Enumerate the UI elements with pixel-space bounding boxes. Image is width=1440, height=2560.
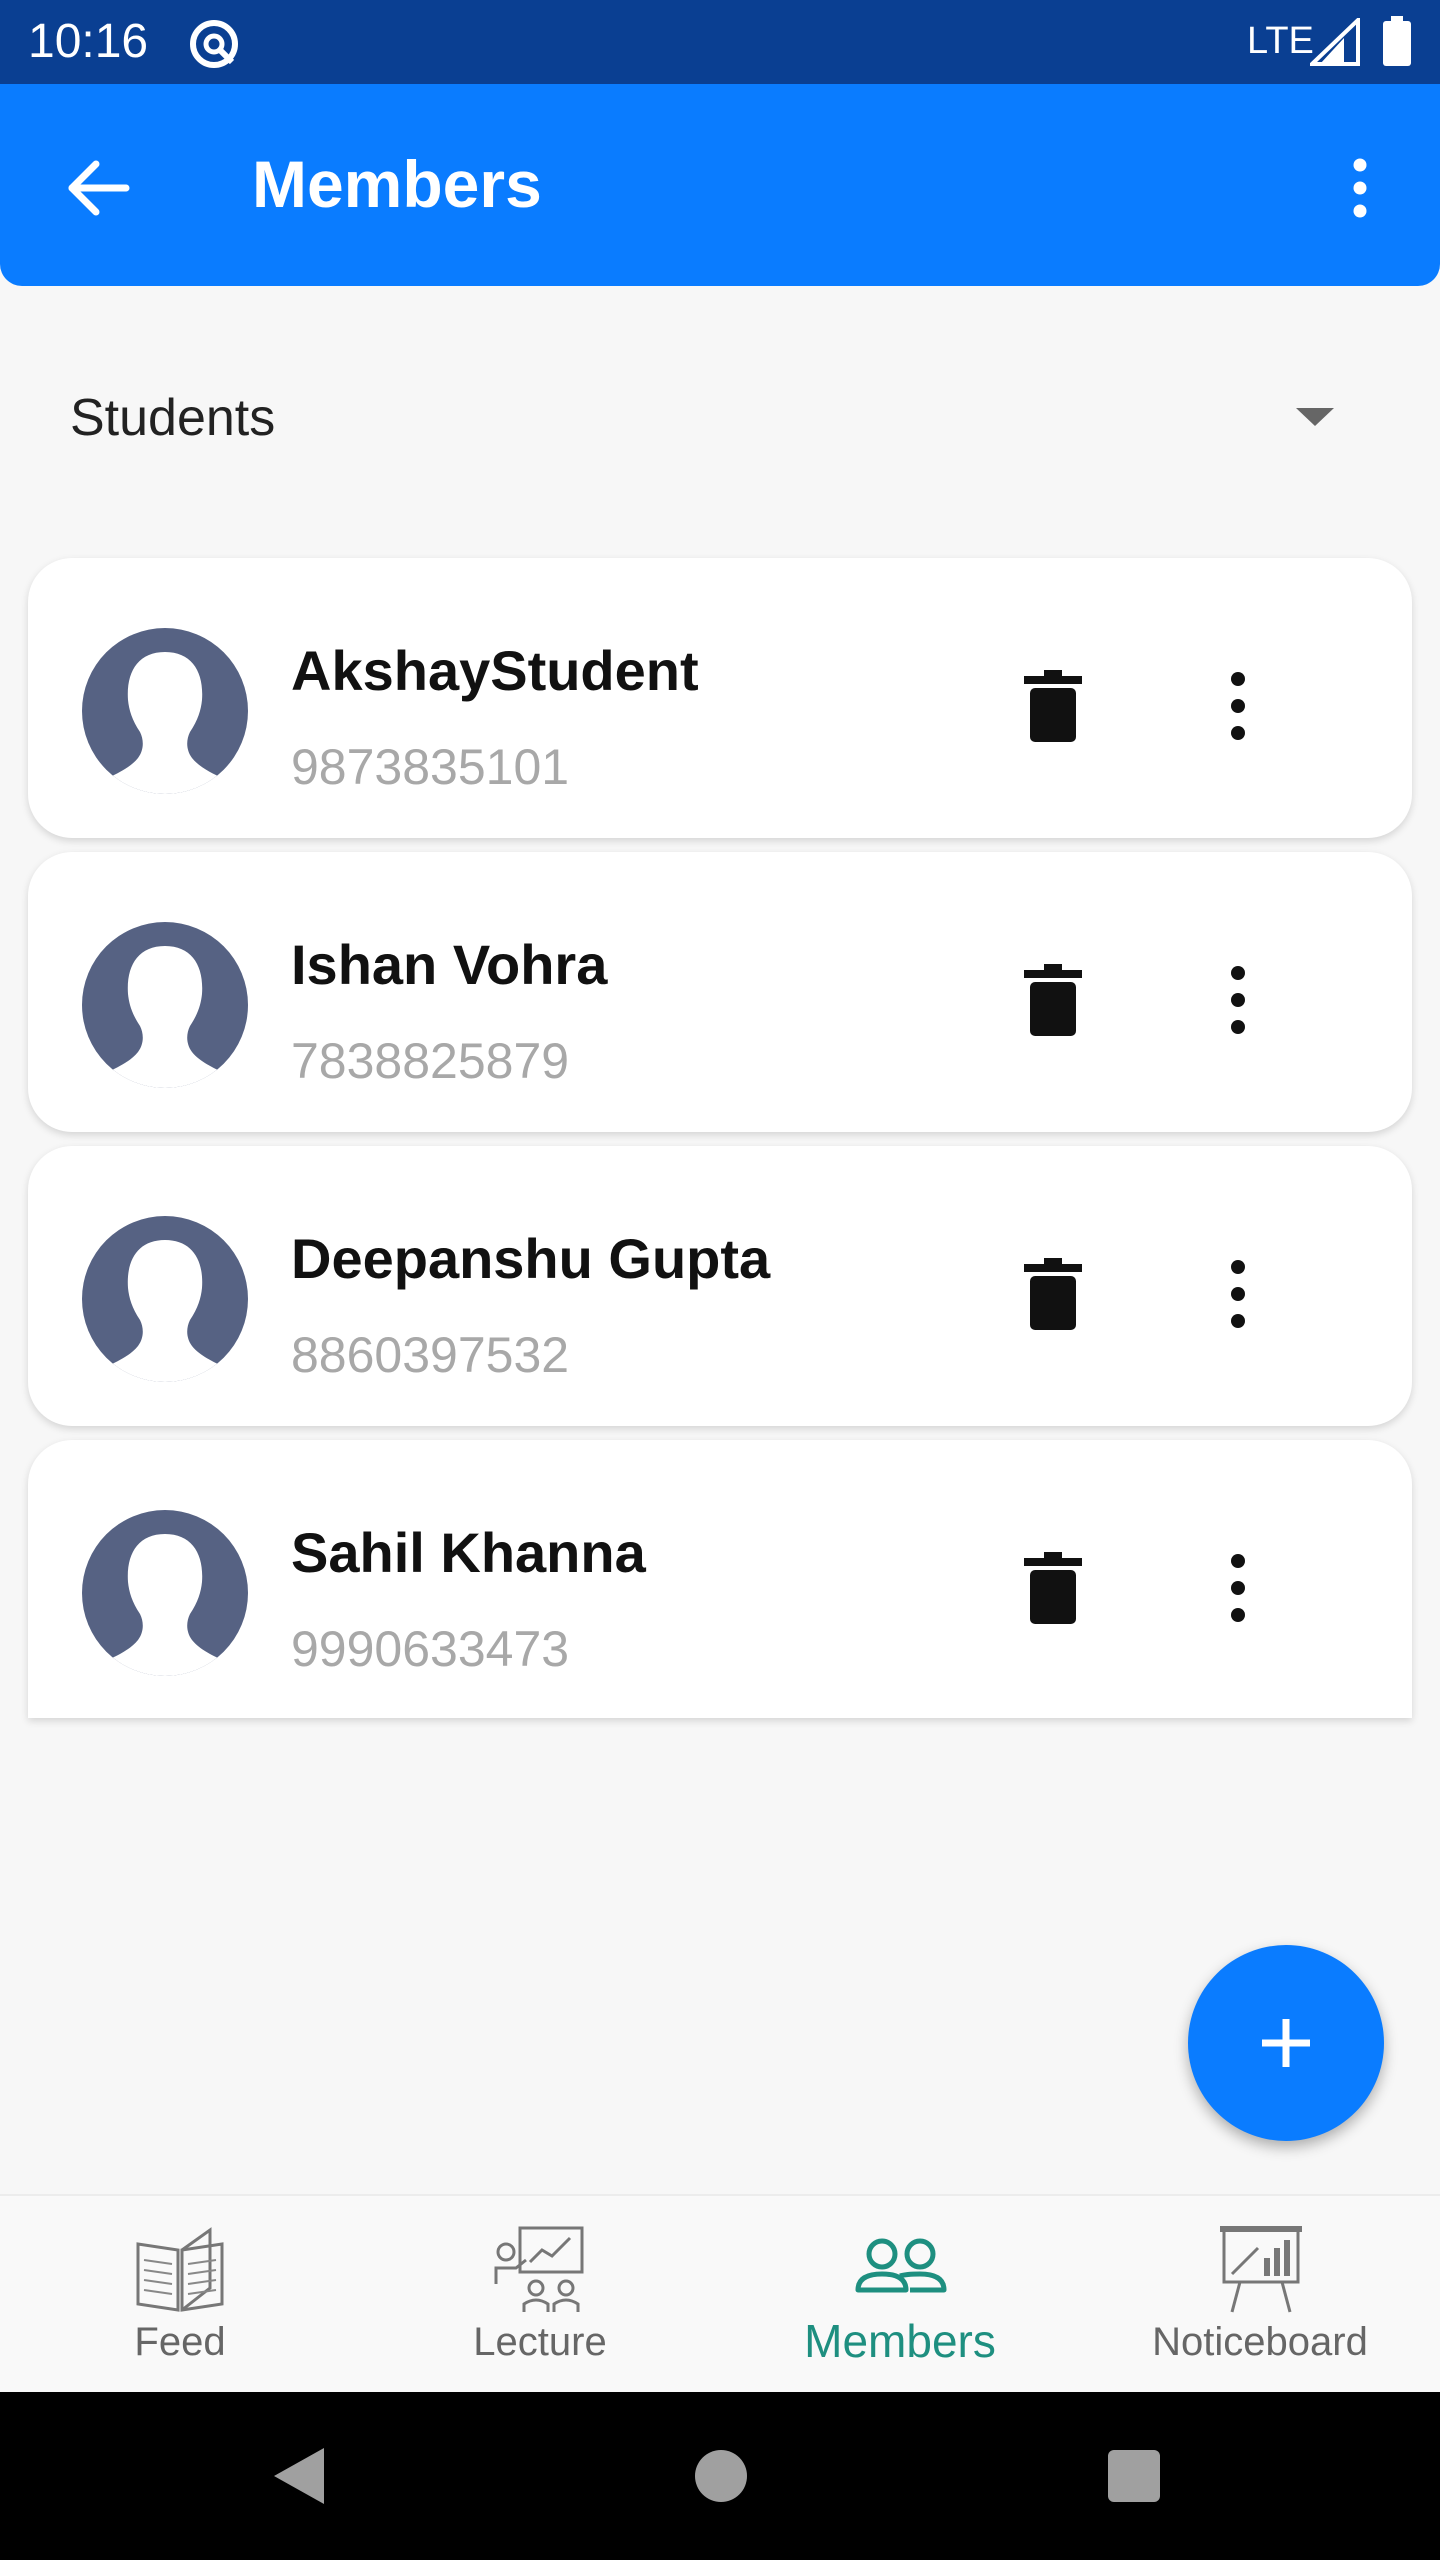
trash-icon	[1024, 670, 1082, 742]
member-options-button[interactable]	[1218, 666, 1258, 746]
more-vertical-icon	[1231, 672, 1245, 686]
nav-item-noticeboard[interactable]: Noticeboard	[1080, 2196, 1440, 2394]
member-name: AkshayStudent	[291, 639, 699, 702]
avatar	[82, 922, 248, 1088]
more-vertical-icon	[1231, 1554, 1245, 1568]
arrow-left-icon	[68, 160, 130, 216]
member-name: Sahil Khanna	[291, 1521, 646, 1584]
nav-label: Lecture	[473, 2320, 607, 2364]
nav-label: Members	[804, 2315, 996, 2367]
member-card[interactable]: Deepanshu Gupta 8860397532	[28, 1146, 1412, 1426]
delete-member-button[interactable]	[1018, 1256, 1088, 1332]
system-navigation-bar	[0, 2392, 1440, 2560]
member-name: Deepanshu Gupta	[291, 1227, 771, 1290]
more-dot	[1231, 726, 1245, 740]
nav-item-feed[interactable]: Feed	[0, 2196, 360, 2394]
battery-icon	[1383, 16, 1411, 66]
overflow-menu-button[interactable]	[1330, 148, 1390, 228]
home-circle-icon[interactable]	[695, 2450, 747, 2502]
more-vertical-icon	[1231, 1260, 1245, 1274]
member-options-button[interactable]	[1218, 1254, 1258, 1334]
member-card[interactable]: Sahil Khanna 9990633473	[28, 1440, 1412, 1718]
more-dot	[1231, 1581, 1245, 1595]
plus-icon	[1262, 2019, 1310, 2067]
more-vertical-icon	[1231, 966, 1245, 980]
delete-member-button[interactable]	[1018, 962, 1088, 1038]
more-dot	[1231, 1314, 1245, 1328]
more-vertical-icon	[1353, 158, 1367, 218]
avatar	[82, 1216, 248, 1382]
member-options-button[interactable]	[1218, 960, 1258, 1040]
member-type-dropdown[interactable]: Students	[46, 360, 1396, 476]
lecture-icon	[494, 2226, 584, 2312]
trash-icon	[1024, 1258, 1082, 1330]
trash-icon	[1024, 964, 1082, 1036]
more-dot	[1231, 1287, 1245, 1301]
person-silhouette-icon	[108, 946, 222, 1088]
nav-label: Feed	[134, 2320, 226, 2364]
signal-icon	[1310, 18, 1360, 66]
member-options-button[interactable]	[1218, 1548, 1258, 1628]
delete-member-button[interactable]	[1018, 1550, 1088, 1626]
more-dot	[1231, 993, 1245, 1007]
member-name: Ishan Vohra	[291, 933, 608, 996]
members-icon	[855, 2238, 947, 2293]
nav-item-members[interactable]: Members	[720, 2196, 1080, 2394]
person-silhouette-icon	[108, 652, 222, 794]
app-notification-icon	[190, 20, 238, 68]
person-silhouette-icon	[108, 1534, 222, 1676]
member-phone: 9873835101	[291, 739, 570, 795]
app-bar: Members	[0, 84, 1440, 286]
status-time: 10:16	[28, 15, 149, 68]
member-phone: 7838825879	[291, 1033, 570, 1089]
member-card[interactable]: Ishan Vohra 7838825879	[28, 852, 1412, 1132]
member-phone: 9990633473	[291, 1621, 570, 1677]
status-bar: 10:16 LTE	[0, 0, 1440, 84]
bottom-navigation: Feed Lecture Members Noticeboard	[0, 2194, 1440, 2392]
network-type-label: LTE	[1247, 20, 1314, 62]
add-member-button[interactable]	[1188, 1945, 1384, 2141]
member-list: AkshayStudent 9873835101 Ishan Vohra 783…	[28, 558, 1412, 1732]
trash-icon	[1024, 1552, 1082, 1624]
noticeboard-icon	[1220, 2226, 1302, 2313]
back-button[interactable]	[58, 148, 138, 228]
members-screen: 10:16 LTE Members Students AkshayStudent…	[0, 0, 1440, 2560]
person-silhouette-icon	[108, 1240, 222, 1382]
book-icon	[136, 2227, 224, 2312]
delete-member-button[interactable]	[1018, 668, 1088, 744]
member-phone: 8860397532	[291, 1327, 570, 1383]
more-dot	[1231, 699, 1245, 713]
more-dot	[1231, 1608, 1245, 1622]
dropdown-arrow-icon	[1296, 408, 1334, 426]
nav-item-lecture[interactable]: Lecture	[360, 2196, 720, 2394]
avatar	[82, 628, 248, 794]
dropdown-selected-value: Students	[70, 389, 276, 447]
member-card[interactable]: AkshayStudent 9873835101	[28, 558, 1412, 838]
more-dot	[1231, 1020, 1245, 1034]
nav-label: Noticeboard	[1152, 2320, 1368, 2364]
back-triangle-icon[interactable]	[272, 2446, 326, 2506]
recents-square-icon[interactable]	[1108, 2450, 1160, 2502]
avatar	[82, 1510, 248, 1676]
page-title: Members	[252, 147, 542, 221]
